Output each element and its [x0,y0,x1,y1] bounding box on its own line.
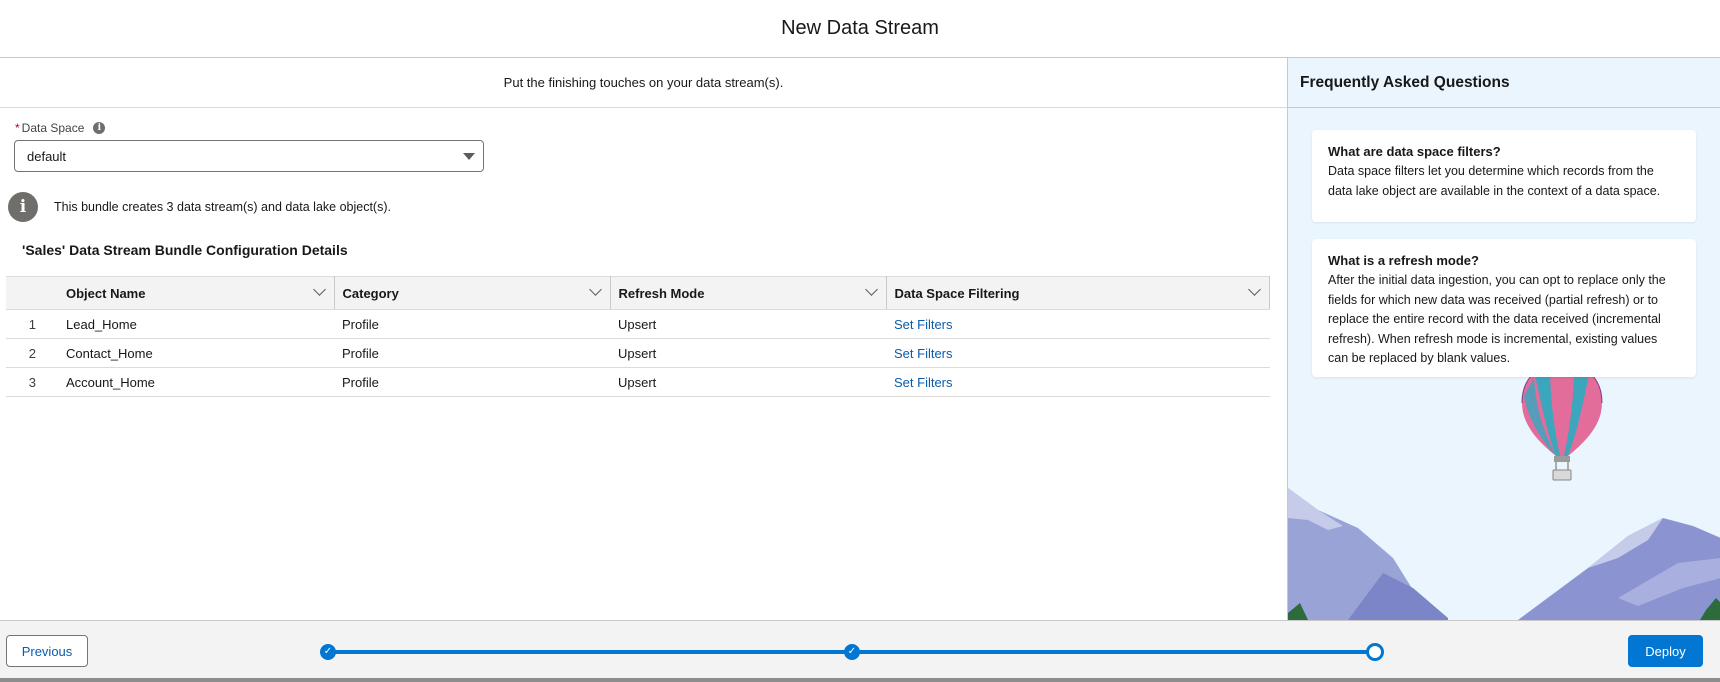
column-header-label: Category [342,285,399,301]
data-space-select[interactable]: default [14,140,484,172]
data-space-label-text: Data Space [21,121,85,135]
caret-down-icon [463,153,475,160]
faq-question: What is a refresh mode? [1328,253,1479,268]
bundle-notice: i This bundle creates 3 data stream(s) a… [8,192,391,222]
bundle-config-title: 'Sales' Data Stream Bundle Configuration… [22,242,348,258]
set-filters-link[interactable]: Set Filters [894,375,953,390]
step-complete-check-icon[interactable]: ✓ [844,644,860,660]
row-number: 2 [6,338,58,368]
new-data-stream-modal: New Data Stream Put the finishing touche… [0,0,1720,682]
data-space-filtering-cell: Set Filters [886,338,1270,368]
row-number-header [6,276,58,310]
modal-header: New Data Stream [0,0,1720,58]
bundle-config-table: Object Name Category Refresh Mode Data S… [6,276,1270,397]
progress-track [856,650,1380,654]
column-header-object-name[interactable]: Object Name [58,276,335,310]
refresh-mode-cell: Upsert [610,367,886,397]
deploy-button[interactable]: Deploy [1628,635,1703,667]
column-header-refresh-mode[interactable]: Refresh Mode [610,276,887,310]
refresh-mode-cell: Upsert [610,338,886,368]
faq-panel: Frequently Asked Questions What are data… [1287,58,1720,620]
object-name-cell: Account_Home [58,367,334,397]
category-cell: Profile [334,338,610,368]
step-subtitle: Put the finishing touches on your data s… [0,58,1287,108]
previous-button[interactable]: Previous [6,635,88,667]
info-icon[interactable]: i [93,122,106,134]
bottom-edge [0,678,1720,682]
refresh-mode-cell: Upsert [610,309,886,339]
chevron-down-icon[interactable] [864,283,878,296]
faq-answer: Data space filters let you determine whi… [1328,164,1661,198]
data-space-value: default [27,148,67,164]
step-complete-check-icon[interactable]: ✓ [320,644,336,660]
required-mark: * [15,121,20,135]
set-filters-link[interactable]: Set Filters [894,346,953,361]
chevron-down-icon[interactable] [588,283,602,296]
table-row: 1 Lead_Home Profile Upsert Set Filters [6,309,1270,339]
data-space-label: * Data Space i [15,121,106,135]
category-cell: Profile [334,367,610,397]
table-row: 2 Contact_Home Profile Upsert Set Filter… [6,338,1270,368]
faq-card: What is a refresh mode? After the initia… [1312,239,1696,377]
table-row: 3 Account_Home Profile Upsert Set Filter… [6,367,1270,397]
column-header-label: Data Space Filtering [894,285,1020,301]
balloon-icon [1521,363,1603,481]
row-number: 3 [6,367,58,397]
column-header-label: Object Name [66,285,146,301]
faq-answer: After the initial data ingestion, you ca… [1328,273,1666,365]
faq-card: What are data space filters? Data space … [1312,130,1696,222]
set-filters-link[interactable]: Set Filters [894,317,953,332]
object-name-cell: Lead_Home [58,309,334,339]
chevron-down-icon[interactable] [1248,283,1261,296]
data-space-filtering-cell: Set Filters [886,309,1270,339]
category-cell: Profile [334,309,610,339]
column-header-data-space-filtering[interactable]: Data Space Filtering [886,276,1270,310]
column-header-label: Refresh Mode [618,285,705,301]
faq-question: What are data space filters? [1328,144,1501,159]
table-header-row: Object Name Category Refresh Mode Data S… [6,276,1270,310]
data-space-filtering-cell: Set Filters [886,367,1270,397]
info-icon: i [8,192,38,222]
row-number: 1 [6,309,58,339]
main-content: Put the finishing touches on your data s… [0,58,1287,620]
progress-indicator: ✓ ✓ [320,643,1384,661]
chevron-down-icon[interactable] [312,283,326,296]
step-current-icon[interactable] [1366,643,1384,661]
modal-footer: Previous ✓ ✓ Deploy [0,620,1720,682]
progress-track [328,650,848,654]
modal-title: New Data Stream [781,17,939,39]
bundle-notice-text: This bundle creates 3 data stream(s) and… [54,200,391,214]
object-name-cell: Contact_Home [58,338,334,368]
column-header-category[interactable]: Category [334,276,611,310]
